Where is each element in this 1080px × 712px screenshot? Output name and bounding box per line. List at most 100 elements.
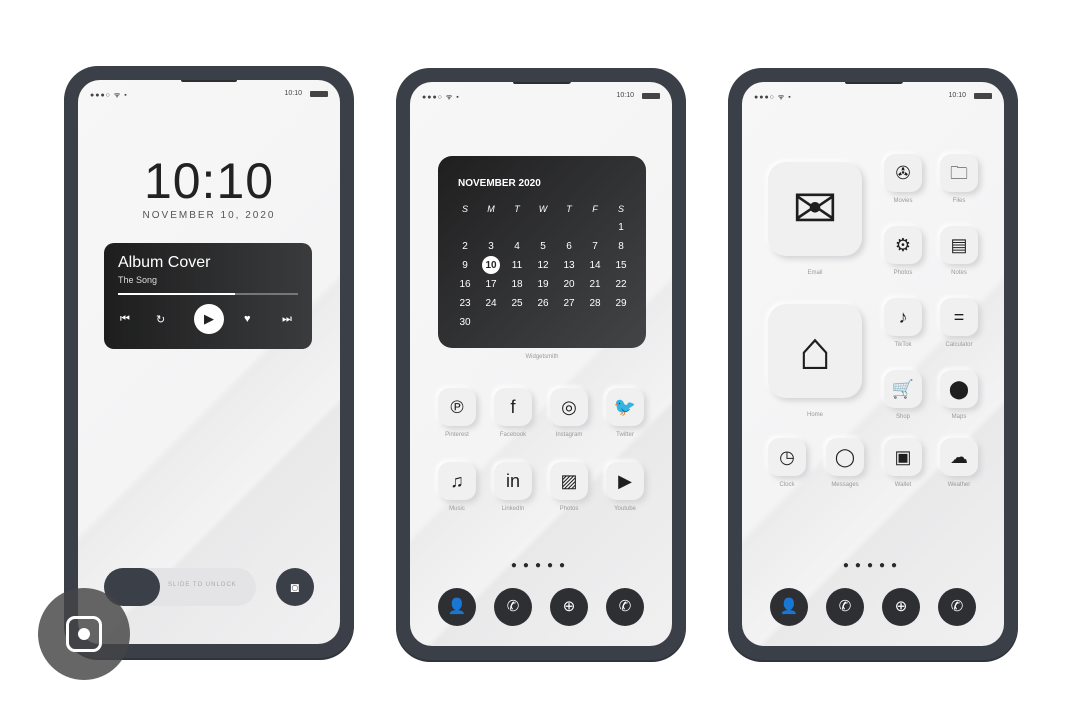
phone-icon[interactable]: ✆ [606, 588, 644, 626]
calendar-day[interactable]: 22 [608, 279, 634, 290]
calendar-day[interactable]: 11 [504, 260, 530, 271]
calendar-day[interactable]: 9 [452, 260, 478, 271]
music-widget[interactable]: Album Cover The Song ⏮ ↻ ▶ ♥ ⏭ [104, 243, 312, 349]
calendar-day[interactable]: 28 [582, 298, 608, 309]
contacts-icon[interactable]: 👤 [770, 588, 808, 626]
signal-icon: ●●●○ ᯤ ▪ [754, 94, 792, 101]
slide-to-unlock[interactable]: SLIDE TO UNLOCK [104, 568, 256, 606]
phone-lock-screen: ●●●○ ᯤ ▪ 10:10 10:10 NOVEMBER 10, 2020 A… [64, 66, 354, 658]
status-bar: ●●●○ ᯤ ▪ 10:10 [422, 92, 660, 102]
calendar-day[interactable]: 15 [608, 260, 634, 271]
folder-icon[interactable]: 🗀 [940, 154, 978, 192]
calendar-day[interactable]: 30 [452, 317, 478, 328]
calendar-day[interactable]: 16 [452, 279, 478, 290]
app-label: Messages [831, 482, 859, 488]
next-icon[interactable]: ⏭ [282, 313, 292, 326]
status-time: 10:10 [284, 90, 302, 97]
battery-icon [642, 93, 660, 99]
speaker-notch [513, 82, 569, 84]
mail-icon[interactable]: ✉ [768, 162, 862, 256]
app-label: Clock [779, 482, 795, 488]
page-indicator[interactable]: ●●●●● [410, 560, 672, 571]
app-label: Files [952, 198, 966, 204]
location-pin-icon[interactable]: ⬤ [940, 370, 978, 408]
phone-home-widgets: ●●●○ ᯤ ▪ 10:10 NOVEMBER 2020 SMTWTFS1234… [396, 68, 686, 660]
repeat-icon[interactable]: ↻ [156, 313, 165, 326]
calendar-day[interactable]: 3 [478, 241, 504, 252]
app-label: Home [806, 412, 823, 418]
app-label: Photos [559, 506, 579, 512]
instagram-icon[interactable]: ◎ [550, 388, 588, 426]
lock-screen: ●●●○ ᯤ ▪ 10:10 10:10 NOVEMBER 10, 2020 A… [78, 80, 340, 644]
globe-icon[interactable]: ⊕ [550, 588, 588, 626]
whatsapp-icon[interactable]: ✆ [494, 588, 532, 626]
heart-icon[interactable]: ♥ [244, 313, 251, 325]
music-icon[interactable]: ♫ [438, 462, 476, 500]
calendar-day[interactable]: 8 [608, 241, 634, 252]
notes-icon[interactable]: ▤ [940, 226, 978, 264]
chat-bubble-icon[interactable]: ◯ [826, 438, 864, 476]
lens-search-button[interactable] [38, 588, 130, 680]
previous-icon[interactable]: ⏮ [120, 313, 130, 326]
tiktok-icon[interactable]: ♪ [884, 298, 922, 336]
globe-icon[interactable]: ⊕ [882, 588, 920, 626]
calendar-day[interactable]: 7 [582, 241, 608, 252]
linkedin-icon[interactable]: in [494, 462, 532, 500]
calendar-day[interactable]: 12 [530, 260, 556, 271]
track-title: The Song [118, 275, 158, 285]
calendar-day[interactable]: 2 [452, 241, 478, 252]
progress-bar[interactable] [118, 293, 298, 295]
calendar-day[interactable]: 14 [582, 260, 608, 271]
page-indicator[interactable]: ●●●●● [742, 560, 1004, 571]
calendar-day[interactable]: 10 [478, 260, 504, 271]
speaker-notch [181, 80, 237, 82]
calendar-widget[interactable]: NOVEMBER 2020 S M T W T F S 1 2 3 4 5 6 7 8 9 10 11 12 13 14… [438, 156, 646, 348]
phone-home-icons: ●●●○ ᯤ ▪ 10:10 ✉ Email ⌂ Home ✇ Movies 🗀 Files ⚙… [728, 68, 1018, 660]
youtube-icon[interactable]: ▶ [606, 462, 644, 500]
calculator-icon[interactable]: = [940, 298, 978, 336]
home-screen-2: ●●●○ ᯤ ▪ 10:10 ✉ Email ⌂ Home ✇ Movies 🗀 Files ⚙… [742, 82, 1004, 646]
calendar-weekday: F [592, 204, 598, 214]
twitter-icon[interactable]: 🐦 [606, 388, 644, 426]
photos-icon[interactable]: ▨ [550, 462, 588, 500]
weather-icon[interactable]: ☁ [940, 438, 978, 476]
signal-icon: ●●●○ ᯤ ▪ [422, 94, 460, 101]
calendar-weekday: W [538, 204, 548, 214]
calendar-day[interactable]: 26 [530, 298, 556, 309]
gear-icon[interactable]: ⚙ [884, 226, 922, 264]
calendar-day[interactable]: 1 [608, 222, 634, 233]
calendar-day[interactable]: 27 [556, 298, 582, 309]
phone-icon[interactable]: ✆ [938, 588, 976, 626]
app-label: Calculator [945, 342, 973, 348]
calendar-day[interactable]: 13 [556, 260, 582, 271]
facebook-icon[interactable]: f [494, 388, 532, 426]
wallet-icon[interactable]: ▣ [884, 438, 922, 476]
film-reel-icon[interactable]: ✇ [884, 154, 922, 192]
app-label: Notes [951, 270, 967, 276]
home-icon[interactable]: ⌂ [768, 304, 862, 398]
calendar-day[interactable]: 25 [504, 298, 530, 309]
camera-icon[interactable]: ◙ [276, 568, 314, 606]
calendar-day[interactable]: 20 [556, 279, 582, 290]
calendar-day[interactable]: 4 [504, 241, 530, 252]
play-button[interactable]: ▶ [194, 304, 224, 334]
calendar-day[interactable]: 21 [582, 279, 608, 290]
whatsapp-icon[interactable]: ✆ [826, 588, 864, 626]
signal-icon: ●●●○ ᯤ ▪ [90, 92, 128, 99]
contacts-icon[interactable]: 👤 [438, 588, 476, 626]
clock-icon[interactable]: ◷ [768, 438, 806, 476]
calendar-day[interactable]: 24 [478, 298, 504, 309]
calendar-day[interactable]: 5 [530, 241, 556, 252]
calendar-day[interactable]: 17 [478, 279, 504, 290]
calendar-day[interactable]: 18 [504, 279, 530, 290]
cart-icon[interactable]: 🛒 [884, 370, 922, 408]
calendar-day[interactable]: 6 [556, 241, 582, 252]
calendar-day[interactable]: 29 [608, 298, 634, 309]
calendar-day[interactable]: 19 [530, 279, 556, 290]
pinterest-icon[interactable]: ℗ [438, 388, 476, 426]
calendar-day[interactable]: 23 [452, 298, 478, 309]
app-label: Twitter [616, 432, 634, 438]
lens-icon [66, 616, 102, 652]
app-label: Weather [947, 482, 971, 488]
calendar-weekday: S [617, 204, 624, 214]
